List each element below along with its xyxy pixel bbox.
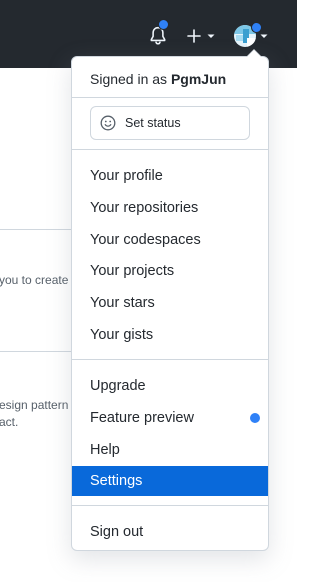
- signed-in-header: Signed in as PgmJun: [90, 69, 226, 89]
- menu-item-label: Your repositories: [90, 200, 199, 216]
- create-new-button[interactable]: [184, 24, 218, 48]
- user-menu-button[interactable]: [231, 22, 271, 50]
- username: PgmJun: [170, 71, 227, 87]
- menu-item-feature-preview[interactable]: Feature preview: [72, 403, 268, 433]
- set-status-label: Set status: [125, 116, 181, 130]
- menu-item-your-projects[interactable]: Your projects: [72, 256, 268, 286]
- menu-item-your-stars[interactable]: Your stars: [72, 288, 268, 318]
- user-dropdown-menu: Signed in as PgmJun Set status Your prof…: [71, 49, 269, 551]
- menu-item-label: Your gists: [90, 327, 154, 343]
- set-status-button[interactable]: Set status: [90, 106, 250, 140]
- menu-item-your-codespaces[interactable]: Your codespaces: [72, 225, 268, 255]
- menu-item-your-repositories[interactable]: Your repositories: [72, 193, 268, 223]
- background-divider: [0, 229, 80, 230]
- avatar-badge: [251, 22, 262, 33]
- menu-item-settings[interactable]: Settings: [72, 466, 268, 496]
- menu-item-label: Your projects: [90, 263, 175, 279]
- notification-badge: [158, 19, 169, 30]
- menu-caret: [246, 49, 262, 57]
- menu-item-help[interactable]: Help: [72, 435, 268, 465]
- menu-item-upgrade[interactable]: Upgrade: [72, 371, 268, 401]
- background-text: act.: [0, 415, 19, 429]
- background-divider: [0, 351, 80, 352]
- menu-item-sign-out[interactable]: Sign out: [72, 517, 268, 547]
- menu-item-label: Sign out: [90, 524, 144, 540]
- menu-item-label: Settings: [90, 473, 143, 489]
- notifications-button[interactable]: [147, 19, 169, 48]
- menu-item-label: Your codespaces: [90, 232, 201, 248]
- menu-item-your-gists[interactable]: Your gists: [72, 320, 268, 350]
- menu-item-your-profile[interactable]: Your profile: [72, 161, 268, 191]
- menu-divider: [72, 97, 268, 98]
- smiley-icon: [100, 115, 116, 131]
- plus-icon: [187, 29, 201, 43]
- menu-divider: [72, 359, 268, 360]
- signed-in-label: Signed in as: [90, 71, 168, 87]
- background-text: esign pattern: [0, 398, 69, 412]
- menu-item-label: Upgrade: [90, 378, 146, 394]
- menu-item-label: Feature preview: [90, 410, 194, 426]
- caret-down-icon: [260, 34, 268, 38]
- menu-divider: [72, 149, 268, 150]
- menu-item-label: Your profile: [90, 168, 163, 184]
- menu-item-label: Help: [90, 442, 120, 458]
- menu-divider: [72, 505, 268, 506]
- feature-preview-indicator: [250, 413, 260, 423]
- menu-item-label: Your stars: [90, 295, 155, 311]
- caret-down-icon: [207, 34, 215, 38]
- background-text: you to create: [0, 273, 69, 287]
